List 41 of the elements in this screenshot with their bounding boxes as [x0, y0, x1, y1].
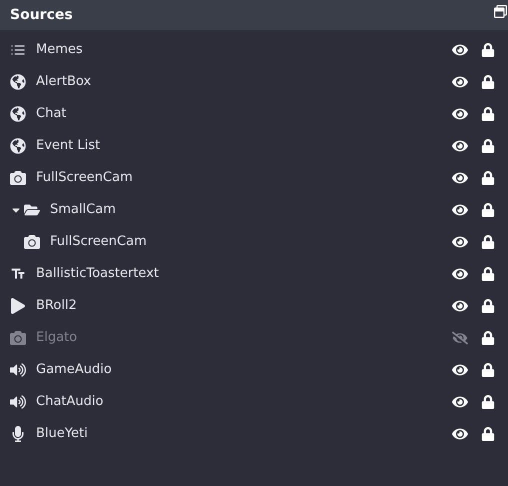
source-name[interactable]: GameAudio	[36, 360, 452, 380]
eye-icon[interactable]	[452, 298, 468, 314]
source-name[interactable]: Chat	[36, 104, 452, 124]
lock-icon[interactable]	[481, 427, 495, 441]
lock-icon[interactable]	[481, 331, 495, 345]
panel-title: Sources	[10, 6, 73, 24]
eye-icon[interactable]	[452, 106, 468, 122]
source-name[interactable]: FullScreenCam	[36, 168, 452, 188]
lock-icon[interactable]	[481, 235, 495, 249]
lock-icon[interactable]	[481, 363, 495, 377]
eye-icon[interactable]	[452, 394, 468, 410]
source-name[interactable]: Memes	[36, 40, 452, 60]
source-name[interactable]: Event List	[36, 136, 452, 156]
lock-icon[interactable]	[481, 43, 495, 57]
source-name[interactable]: FullScreenCam	[50, 232, 452, 252]
source-name[interactable]: AlertBox	[36, 72, 452, 92]
eye-icon[interactable]	[452, 266, 468, 282]
source-name[interactable]: BlueYeti	[36, 424, 452, 444]
eye-icon[interactable]	[452, 362, 468, 378]
lock-icon[interactable]	[481, 75, 495, 89]
lock-icon[interactable]	[481, 203, 495, 217]
source-name[interactable]: BallisticToastertext	[36, 264, 452, 284]
lock-icon[interactable]	[481, 267, 495, 281]
eye-icon[interactable]	[452, 426, 468, 442]
eye-icon[interactable]	[452, 138, 468, 154]
eye-icon[interactable]	[452, 234, 468, 250]
source-name[interactable]: SmallCam	[50, 200, 452, 220]
lock-icon[interactable]	[481, 171, 495, 185]
lock-icon[interactable]	[481, 299, 495, 313]
source-name[interactable]: BRoll2	[36, 296, 452, 316]
eye-icon[interactable]	[452, 202, 468, 218]
lock-icon[interactable]	[481, 395, 495, 409]
eye-icon[interactable]	[452, 42, 468, 58]
eye-slash-icon[interactable]	[452, 330, 468, 346]
source-name[interactable]: Elgato	[36, 328, 452, 348]
lock-icon[interactable]	[481, 139, 495, 153]
eye-icon[interactable]	[452, 74, 468, 90]
source-name[interactable]: ChatAudio	[36, 392, 452, 412]
undock-icon[interactable]	[494, 4, 507, 18]
eye-icon[interactable]	[452, 170, 468, 186]
lock-icon[interactable]	[481, 107, 495, 121]
